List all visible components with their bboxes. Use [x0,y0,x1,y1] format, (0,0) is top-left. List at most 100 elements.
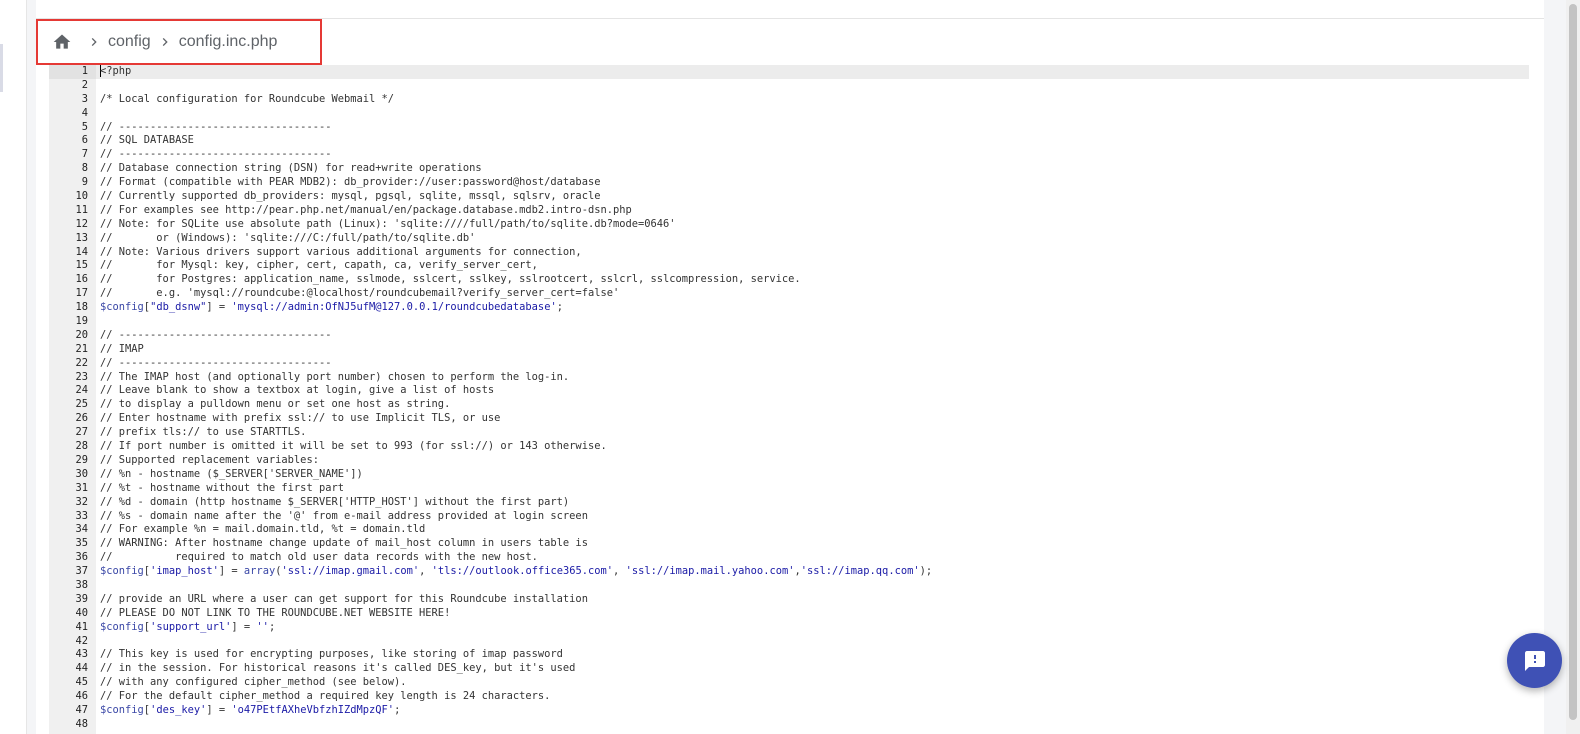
line-code: // Database connection string (DSN) for … [96,162,482,176]
line-number: 37 [75,565,88,578]
code-line[interactable]: 5 // ---------------------------------- [49,121,1529,135]
line-code: // %n - hostname ($_SERVER['SERVER_NAME'… [96,468,363,482]
line-code: // Currently supported db_providers: mys… [96,190,600,204]
code-line[interactable]: 32 // %d - domain (http hostname $_SERVER… [49,496,1529,510]
code-line[interactable]: 41 $config['support_url'] = ''; [49,621,1529,635]
code-token: $config [100,703,144,716]
code-line[interactable]: 43 // This key is used for encrypting pur… [49,648,1529,662]
line-code: // For example %n = mail.domain.tld, %t … [96,523,425,537]
code-token: ] = [231,620,257,633]
code-line[interactable]: 27 // prefix tls:// to use STARTTLS. [49,426,1529,440]
line-code: // to display a pulldown menu or set one… [96,398,450,412]
code-token: // or (Windows): 'sqlite:///C:/full/path… [100,231,476,244]
code-line[interactable]: 46 // For the default cipher_method a req… [49,690,1529,704]
code-line[interactable]: 3 /* Local configuration for Roundcube We… [49,93,1529,107]
code-token: // for Postgres: application_name, sslmo… [100,273,801,286]
code-line[interactable]: 44 // in the session. For historical reas… [49,662,1529,676]
code-line[interactable]: 13 // or (Windows): 'sqlite:///C:/full/pa… [49,232,1529,246]
code-line[interactable]: 18 $config["db_dsnw"] = 'mysql://admin:Of… [49,301,1529,315]
code-line[interactable]: 10 // Currently supported db_providers: m… [49,190,1529,204]
code-line[interactable]: 24 // Leave blank to show a textbox at lo… [49,384,1529,398]
line-code: // required to match old user data recor… [96,551,538,565]
code-token: 'imap_host' [150,565,219,578]
code-line[interactable]: 35 // WARNING: After hostname change upda… [49,537,1529,551]
feedback-icon [1523,649,1547,673]
code-line[interactable]: 4 [49,107,1529,121]
code-editor[interactable]: 1 <?php 2 3 /* Local configuration for Round… [49,65,1529,734]
line-code: // For the default cipher_method a requi… [96,690,550,704]
code-line[interactable]: 21 // IMAP [49,343,1529,357]
code-line[interactable]: 47 $config['des_key'] = 'o47PEtfAXheVbfzh… [49,704,1529,718]
code-line[interactable]: 22 // ---------------------------------- [49,357,1529,371]
code-line[interactable]: 37 $config['imap_host'] = array('ssl://im… [49,565,1529,579]
code-line[interactable]: 30 // %n - hostname ($_SERVER['SERVER_NAM… [49,468,1529,482]
line-number: 48 [75,717,88,730]
code-line[interactable]: 12 // Note: for SQLite use absolute path … [49,218,1529,232]
code-line[interactable]: 33 // %s - domain name after the '@' from… [49,510,1529,524]
code-line[interactable]: 26 // Enter hostname with prefix ssl:// t… [49,412,1529,426]
code-line[interactable]: 15 // for Mysql: key, cipher, cert, capat… [49,259,1529,273]
code-line[interactable]: 36 // required to match old user data rec… [49,551,1529,565]
line-number: 44 [75,662,88,675]
code-line[interactable]: 31 // %t - hostname without the first par… [49,482,1529,496]
code-token: // Enter hostname with prefix ssl:// to … [100,412,501,425]
code-line[interactable]: 2 [49,79,1529,93]
line-number: 5 [81,120,88,133]
code-line[interactable]: 34 // For example %n = mail.domain.tld, %… [49,523,1529,537]
page-scrollbar[interactable] [1566,0,1580,734]
chevron-right-icon [86,34,102,50]
line-number: 3 [81,92,88,105]
code-token: // ---------------------------------- [100,120,332,133]
code-line[interactable]: 19 [49,315,1529,329]
code-token: // provide an URL where a user can get s… [100,592,588,605]
code-line[interactable]: 9 // Format (compatible with PEAR MDB2): … [49,176,1529,190]
code-line[interactable]: 7 // ---------------------------------- [49,148,1529,162]
line-code: // Enter hostname with prefix ssl:// to … [96,412,500,426]
code-line[interactable]: 11 // For examples see http://pear.php.ne… [49,204,1529,218]
line-number: 32 [75,495,88,508]
scrollbar-thumb[interactable] [1569,4,1577,720]
code-token: // %t - hostname without the first part [100,481,344,494]
code-line[interactable]: 28 // If port number is omitted it will b… [49,440,1529,454]
code-line[interactable]: 1 <?php [49,65,1529,79]
code-token: // required to match old user data recor… [100,551,538,564]
line-code: // for Mysql: key, cipher, cert, capath,… [96,259,538,273]
line-code: // PLEASE DO NOT LINK TO THE ROUNDCUBE.N… [96,607,450,621]
code-line[interactable]: 40 // PLEASE DO NOT LINK TO THE ROUNDCUBE… [49,607,1529,621]
breadcrumb-item-config[interactable]: config [108,33,151,51]
line-code: // For examples see http://pear.php.net/… [96,204,632,218]
code-line[interactable]: 45 // with any configured cipher_method (… [49,676,1529,690]
code-token: // This key is used for encrypting purpo… [100,648,563,661]
code-line[interactable]: 23 // The IMAP host (and optionally port … [49,371,1529,385]
code-line[interactable]: 17 // e.g. 'mysql://roundcube:@localhost/… [49,287,1529,301]
line-code: // or (Windows): 'sqlite:///C:/full/path… [96,232,475,246]
code-line[interactable]: 8 // Database connection string (DSN) for… [49,162,1529,176]
code-token: 'mysql://admin:OfNJ5ufM@127.0.0.1/roundc… [231,301,557,314]
line-number: 14 [75,245,88,258]
line-number: 35 [75,537,88,550]
code-token: // to display a pulldown menu or set one… [100,398,451,411]
line-number: 36 [75,551,88,564]
feedback-button[interactable] [1507,633,1562,688]
code-token: // ---------------------------------- [100,148,332,161]
breadcrumb-item-file[interactable]: config.inc.php [179,33,278,51]
code-line[interactable]: 6 // SQL DATABASE [49,134,1529,148]
home-icon[interactable] [52,32,72,52]
code-line[interactable]: 42 [49,635,1529,649]
line-number: 28 [75,440,88,453]
line-number: 18 [75,301,88,314]
line-number: 40 [75,606,88,619]
code-line[interactable]: 29 // Supported replacement variables: [49,454,1529,468]
code-line[interactable]: 48 [49,718,1529,732]
code-line[interactable]: 16 // for Postgres: application_name, ssl… [49,273,1529,287]
code-token: // If port number is omitted it will be … [100,440,607,453]
code-token: ] = [206,703,232,716]
code-line[interactable]: 25 // to display a pulldown menu or set o… [49,398,1529,412]
code-token: , [613,565,626,578]
top-header-strip [36,0,1544,19]
code-line[interactable]: 39 // provide an URL where a user can get… [49,593,1529,607]
code-line[interactable]: 20 // ---------------------------------- [49,329,1529,343]
code-line[interactable]: 14 // Note: Various drivers support vario… [49,246,1529,260]
line-number: 24 [75,384,88,397]
code-line[interactable]: 38 [49,579,1529,593]
